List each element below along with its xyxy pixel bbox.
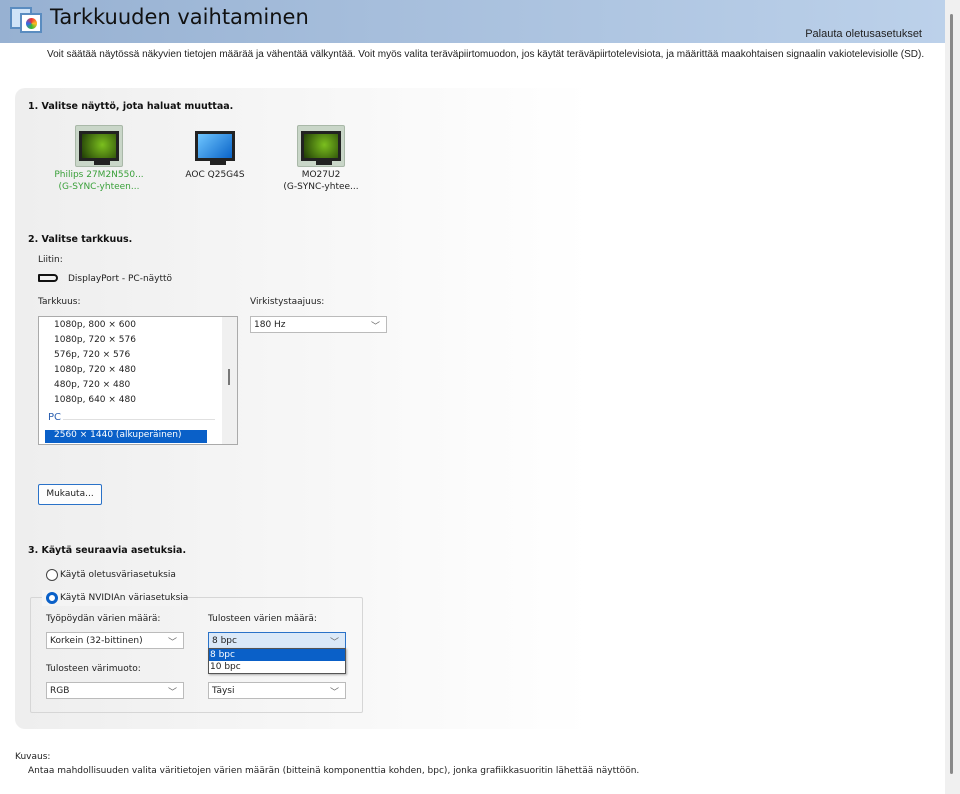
refresh-label: Virkistystaajuus: — [250, 297, 325, 307]
output-depth-dropdown-list: 8 bpc 10 bpc — [208, 648, 346, 674]
dropdown-option-selected[interactable]: 8 bpc — [209, 649, 345, 661]
desktop-depth-select[interactable]: Korkein (32-bittinen) ﹀ — [46, 632, 184, 649]
resolution-label: Tarkkuus: — [38, 297, 81, 307]
restore-defaults-link[interactable]: Palauta oletusasetukset — [805, 28, 922, 40]
resolution-option[interactable]: 480p, 720 × 480 — [54, 380, 130, 390]
display-app-icon — [10, 5, 42, 35]
monitor-name: Philips 27M2N550... — [54, 170, 144, 180]
refresh-rate-select[interactable]: 180 Hz ﹀ — [250, 316, 387, 333]
listbox-scroll-thumb[interactable] — [228, 369, 230, 385]
chevron-down-icon: ﹀ — [329, 688, 339, 698]
monitor-icon — [297, 125, 345, 167]
resolution-option[interactable]: 1080p, 720 × 576 — [54, 335, 136, 345]
chevron-down-icon: ﹀ — [329, 638, 339, 648]
customize-button[interactable]: Mukauta... — [38, 484, 102, 505]
resolution-option[interactable]: 1080p, 640 × 480 — [54, 395, 136, 405]
chevron-down-icon: ﹀ — [370, 322, 380, 332]
resolution-option[interactable]: 1080p, 720 × 480 — [54, 365, 136, 375]
connector-value: DisplayPort - PC-näyttö — [68, 274, 173, 284]
radio-default-colors[interactable] — [46, 569, 58, 581]
desktop-depth-label: Työpöydän värien määrä: — [46, 614, 161, 624]
resolution-option-selected[interactable]: 2560 × 1440 (alkuperäinen) — [45, 430, 207, 443]
vertical-scrollbar[interactable] — [945, 0, 960, 794]
color-format-select[interactable]: RGB ﹀ — [46, 682, 184, 699]
output-depth-value: 8 bpc — [212, 636, 237, 646]
scrollbar-thumb[interactable] — [950, 14, 953, 774]
desktop-depth-value: Korkein (32-bittinen) — [50, 636, 143, 646]
output-depth-select[interactable]: 8 bpc ﹀ — [208, 632, 346, 649]
resolution-option[interactable]: 576p, 720 × 576 — [54, 350, 130, 360]
radio-default-label: Käytä oletusväriasetuksia — [60, 570, 176, 580]
monitor-name: MO27U2 — [301, 170, 341, 180]
chevron-down-icon: ﹀ — [167, 688, 177, 698]
monitor-icon — [191, 125, 239, 167]
step3-heading: 3. Käytä seuraavia asetuksia. — [28, 545, 187, 556]
listbox-scrollbar[interactable] — [222, 317, 237, 444]
color-format-value: RGB — [50, 686, 70, 696]
selected-resolution-text: 2560 × 1440 (alkuperäinen) — [54, 430, 182, 440]
step1-heading: 1. Valitse näyttö, jota haluat muuttaa. — [28, 101, 234, 112]
chevron-down-icon: ﹀ — [167, 638, 177, 648]
resolution-listbox[interactable]: 1080p, 800 × 600 1080p, 720 × 576 576p, … — [38, 316, 238, 445]
description-label: Kuvaus: — [15, 752, 51, 762]
page-title: Tarkkuuden vaihtaminen — [50, 5, 309, 29]
dropdown-option[interactable]: 10 bpc — [209, 661, 345, 673]
connector-label: Liitin: — [38, 255, 63, 265]
monitor-sub: (G-SYNC-yhtee... — [283, 182, 359, 192]
color-format-label: Tulosteen värimuoto: — [46, 664, 141, 674]
dynamic-range-value: Täysi — [212, 686, 235, 696]
refresh-rate-value: 180 Hz — [254, 320, 286, 330]
radio-nvidia-colors[interactable] — [46, 592, 58, 604]
group-divider — [63, 419, 215, 420]
resolution-option[interactable]: 1080p, 800 × 600 — [54, 320, 136, 330]
output-depth-label: Tulosteen värien määrä: — [208, 614, 317, 624]
monitor-name: AOC Q25G4S — [185, 170, 245, 180]
dynamic-range-select[interactable]: Täysi ﹀ — [208, 682, 346, 699]
intro-text: Voit säätää näytössä näkyvien tietojen m… — [47, 49, 925, 60]
step2-heading: 2. Valitse tarkkuus. — [28, 234, 133, 245]
monitor-icon — [75, 125, 123, 167]
monitor-sub: (G-SYNC-yhteen... — [58, 182, 140, 192]
page-header: Tarkkuuden vaihtaminen Palauta oletusase… — [0, 0, 945, 43]
group-header-pc: PC — [48, 412, 62, 423]
radio-nvidia-label: Käytä NVIDIAn väriasetuksia — [60, 593, 189, 603]
description-text: Antaa mahdollisuuden valita väritietojen… — [28, 766, 640, 776]
displayport-icon — [38, 274, 58, 282]
